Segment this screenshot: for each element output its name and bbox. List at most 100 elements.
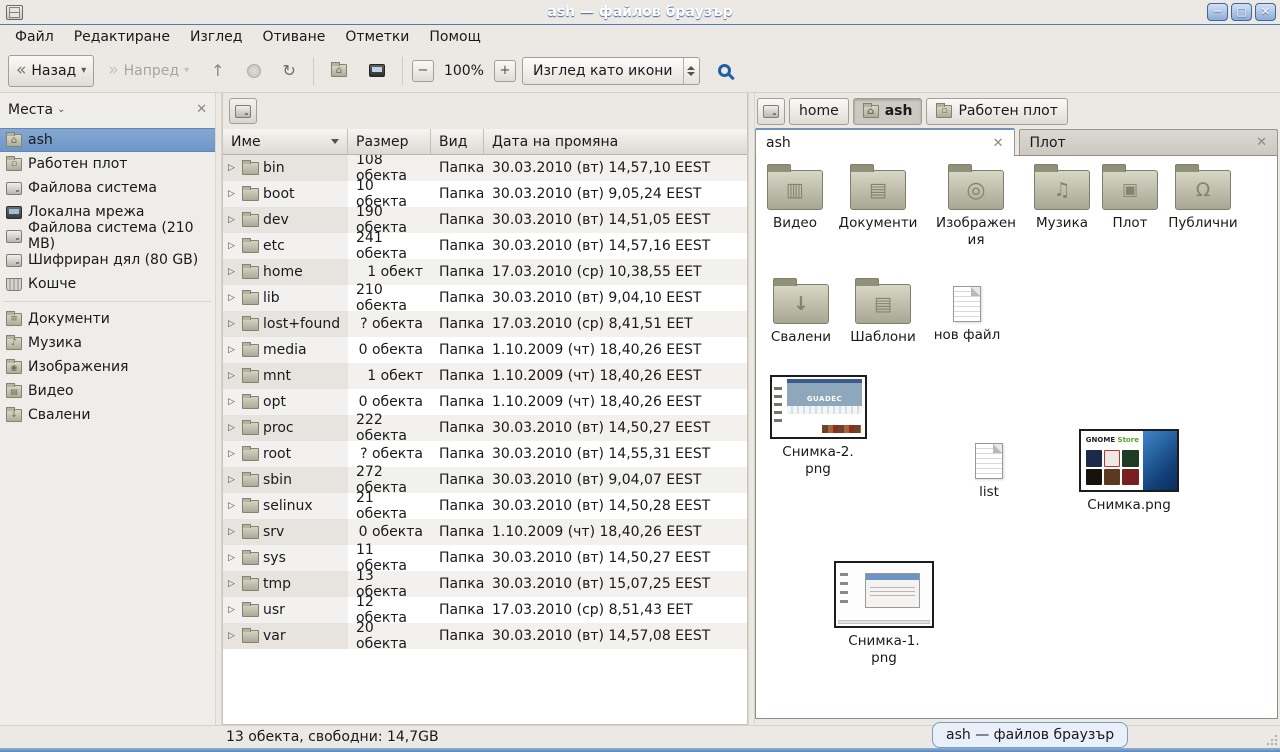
table-row[interactable]: ▷ usr 12 обекта Папка 17.03.2010 (ср) 8,… (223, 597, 747, 623)
menu-item[interactable]: Помощ (420, 27, 489, 47)
expander-icon[interactable]: ▷ (228, 605, 238, 615)
expander-icon[interactable]: ▷ (228, 293, 238, 303)
expander-icon[interactable]: ▷ (228, 579, 238, 589)
expander-icon[interactable]: ▷ (228, 631, 238, 641)
chevron-down-icon[interactable]: ▾ (81, 65, 86, 76)
expander-icon[interactable]: ▷ (228, 215, 238, 225)
path-button-home[interactable]: home (789, 98, 849, 125)
path-button-desktop[interactable]: Работен плот (926, 98, 1067, 125)
path-button-ash[interactable]: ash (853, 98, 923, 125)
table-row[interactable]: ▷ srv 0 обекта Папка 1.10.2009 (чт) 18,4… (223, 519, 747, 545)
zoom-in-button[interactable]: + (494, 60, 516, 82)
forward-button[interactable]: » Напред ▾ (100, 55, 197, 87)
menu-item[interactable]: Отиване (253, 27, 334, 47)
close-button[interactable]: ✕ (1255, 3, 1276, 21)
sidebar-close-icon[interactable]: ✕ (196, 102, 207, 117)
table-row[interactable]: ▷ root ? обекта Папка 30.03.2010 (вт) 14… (223, 441, 747, 467)
table-row[interactable]: ▷ boot 10 обекта Папка 30.03.2010 (вт) 9… (223, 181, 747, 207)
menu-item[interactable]: Отметки (336, 27, 418, 47)
expander-icon[interactable]: ▷ (228, 449, 238, 459)
expander-icon[interactable]: ▷ (228, 319, 238, 329)
resize-grip[interactable] (1265, 733, 1278, 746)
icon-item-videos[interactable]: Видео (755, 170, 838, 232)
table-row[interactable]: ▷ sbin 272 обекта Папка 30.03.2010 (вт) … (223, 467, 747, 493)
expander-icon[interactable]: ▷ (228, 553, 238, 563)
icon-item-downloads[interactable]: Свалени (758, 284, 844, 346)
home-button[interactable] (323, 55, 355, 87)
expander-icon[interactable]: ▷ (228, 189, 238, 199)
combo-steppers-icon[interactable] (683, 58, 699, 84)
expander-icon[interactable]: ▷ (228, 371, 238, 381)
icon-item-pictures[interactable]: Изображен ия (933, 170, 1019, 249)
expander-icon[interactable]: ▷ (228, 475, 238, 485)
sidebar-item-trash[interactable]: Кошче (0, 272, 215, 296)
column-header-size[interactable]: Размер (348, 129, 431, 155)
taskbar-window-button[interactable]: ash — файлов браузър (932, 722, 1128, 748)
sidebar-mode-select[interactable]: Места ⌄ (8, 102, 66, 118)
table-row[interactable]: ▷ media 0 обекта Папка 1.10.2009 (чт) 18… (223, 337, 747, 363)
column-header-type[interactable]: Вид (431, 129, 484, 155)
table-row[interactable]: ▷ bin 108 обекта Папка 30.03.2010 (вт) 1… (223, 155, 747, 181)
icon-item-public[interactable]: Публични (1160, 170, 1246, 232)
menu-item[interactable]: Изглед (181, 27, 252, 47)
column-header-date[interactable]: Дата на промяна (484, 129, 747, 155)
column-header-name[interactable]: Име (223, 129, 348, 155)
expander-icon[interactable]: ▷ (228, 501, 238, 511)
sidebar-item-filesystem-210mb[interactable]: Файлова система (210 MB) (0, 224, 215, 248)
table-row[interactable]: ▷ tmp 13 обекта Папка 30.03.2010 (вт) 15… (223, 571, 747, 597)
tab-ash[interactable]: ash ✕ (755, 128, 1015, 156)
sidebar-item-desktop[interactable]: Работен плот (0, 152, 215, 176)
sidebar-item-filesystem[interactable]: Файлова система (0, 176, 215, 200)
expander-icon[interactable]: ▷ (228, 163, 238, 173)
table-row[interactable]: ▷ lib 210 обекта Папка 30.03.2010 (вт) 9… (223, 285, 747, 311)
pane-splitter[interactable] (748, 93, 755, 725)
tab-close-icon[interactable]: ✕ (1256, 135, 1267, 150)
sidebar-item-videos[interactable]: Видео (0, 379, 215, 403)
sidebar-item-music[interactable]: Музика (0, 331, 215, 355)
titlebar[interactable]: ash — файлов браузър ─ □ ✕ (0, 0, 1280, 25)
table-row[interactable]: ▷ lost+found ? обекта Папка 17.03.2010 (… (223, 311, 747, 337)
icon-item-snimka1[interactable]: Снимка-1. png (833, 561, 935, 667)
icon-item-snimka[interactable]: GNOME Store Снимка.png (1078, 429, 1180, 514)
icon-item-list[interactable]: list (946, 443, 1032, 501)
path-root-button[interactable] (757, 98, 785, 125)
table-row[interactable]: ▷ home 1 обект Папка 17.03.2010 (ср) 10,… (223, 259, 747, 285)
table-row[interactable]: ▷ opt 0 обекта Папка 1.10.2009 (чт) 18,4… (223, 389, 747, 415)
menu-item[interactable]: Файл (6, 27, 63, 47)
icon-item-documents[interactable]: Документи (835, 170, 921, 232)
expander-icon[interactable]: ▷ (228, 345, 238, 355)
icon-item-new-file[interactable]: нов файл (924, 286, 1010, 344)
expander-icon[interactable]: ▷ (228, 527, 238, 537)
table-row[interactable]: ▷ sys 11 обекта Папка 30.03.2010 (вт) 14… (223, 545, 747, 571)
root-drive-button[interactable] (229, 98, 257, 124)
expander-icon[interactable]: ▷ (228, 267, 238, 277)
table-row[interactable]: ▷ var 20 обекта Папка 30.03.2010 (вт) 14… (223, 623, 747, 649)
sidebar-item-home[interactable]: ash (0, 128, 215, 152)
sidebar-item-downloads[interactable]: Свалени (0, 403, 215, 427)
reload-button[interactable]: ↻ (275, 55, 304, 87)
menu-item[interactable]: Редактиране (65, 27, 179, 47)
pane-splitter[interactable] (215, 93, 222, 725)
stop-button[interactable] (239, 55, 269, 87)
back-button[interactable]: « Назад ▾ (8, 55, 94, 87)
maximize-button[interactable]: □ (1231, 3, 1252, 21)
icon-item-snimka2[interactable]: GUADEC Снимка-2. png (768, 375, 868, 478)
tab-close-icon[interactable]: ✕ (993, 136, 1004, 151)
expander-icon[interactable]: ▷ (228, 241, 238, 251)
zoom-out-button[interactable]: − (412, 60, 434, 82)
sidebar-item-pictures[interactable]: Изображения (0, 355, 215, 379)
icon-view-canvas[interactable]: Видео Документи Изображен ия Музика Плот… (755, 155, 1278, 719)
table-row[interactable]: ▷ etc 241 обекта Папка 30.03.2010 (вт) 1… (223, 233, 747, 259)
view-mode-select[interactable]: Изглед като икони (522, 57, 700, 85)
table-row[interactable]: ▷ mnt 1 обект Папка 1.10.2009 (чт) 18,40… (223, 363, 747, 389)
expander-icon[interactable]: ▷ (228, 397, 238, 407)
table-row[interactable]: ▷ proc 222 обекта Папка 30.03.2010 (вт) … (223, 415, 747, 441)
tab-plot[interactable]: Плот ✕ (1019, 129, 1279, 155)
sidebar-item-encrypted-80gb[interactable]: Шифриран дял (80 GB) (0, 248, 215, 272)
sidebar-item-documents[interactable]: Документи (0, 307, 215, 331)
icon-item-templates[interactable]: Шаблони (840, 284, 926, 346)
expander-icon[interactable]: ▷ (228, 423, 238, 433)
minimize-button[interactable]: ─ (1207, 3, 1228, 21)
up-button[interactable]: ↑ (203, 55, 232, 87)
search-button[interactable] (706, 55, 743, 87)
